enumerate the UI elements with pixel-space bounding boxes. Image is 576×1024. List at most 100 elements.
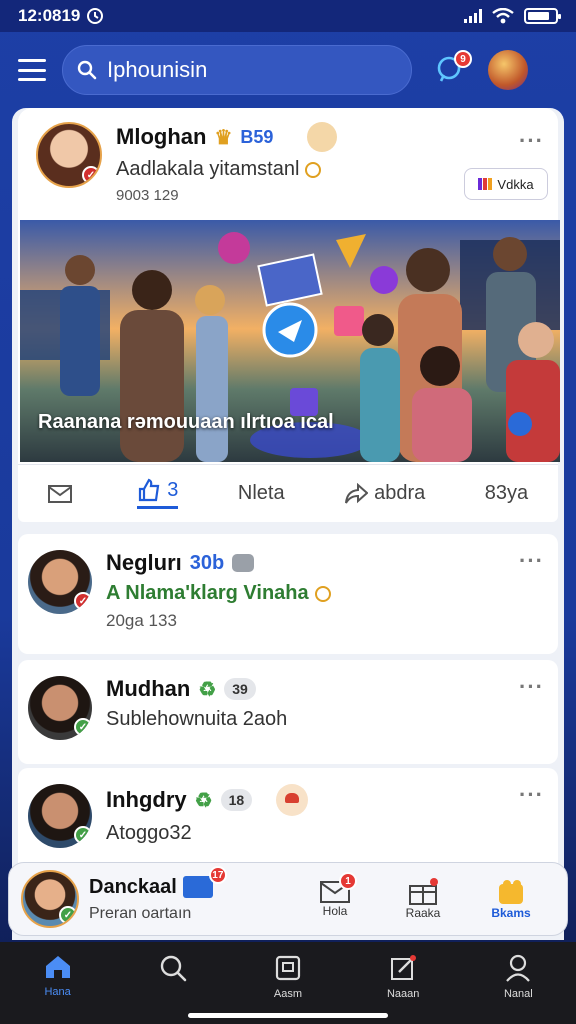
signal-icon bbox=[464, 9, 482, 23]
nav-label: Hana bbox=[44, 986, 71, 998]
nav-label: Aasm bbox=[273, 988, 303, 1000]
author-name[interactable]: Mloghan bbox=[116, 124, 206, 150]
list-subtitle: Sublehownuita 2aoh bbox=[106, 708, 288, 730]
mail-icon bbox=[47, 484, 72, 503]
battery-icon bbox=[524, 8, 561, 24]
comment-action-label: Nleta bbox=[237, 482, 285, 504]
post-image[interactable]: Raanana rəmouuaan ılrtıoa ıcal bbox=[20, 220, 560, 462]
reaction-icon bbox=[307, 122, 338, 152]
dock-item-bkams[interactable]: Bkams bbox=[481, 878, 541, 920]
post-action-button[interactable]: Vdkka bbox=[464, 168, 548, 200]
list-tag: 18 bbox=[220, 789, 253, 811]
online-icon: ✓ bbox=[74, 826, 92, 844]
post-actions: 3 Nleta abdra 83ya bbox=[18, 464, 558, 522]
save-action-label: 83ya bbox=[484, 482, 529, 504]
dock-badge: 1 bbox=[339, 872, 357, 890]
list-name-row: Neglurı 30b bbox=[106, 550, 331, 576]
dock-item-raaka[interactable]: Raaka bbox=[393, 878, 453, 920]
dock-name: Danckaal bbox=[89, 875, 177, 898]
quick-dock: ✓ Danckaal 17 Preran oartaın 1 Hola Raak… bbox=[8, 862, 568, 936]
list-subtitle: Atoggo32 bbox=[106, 822, 192, 844]
list-name-row: Inhgdry ♻ 18 bbox=[106, 784, 309, 816]
notifications-button[interactable]: 9 bbox=[428, 48, 472, 92]
verified-icon: ✓ bbox=[74, 592, 92, 610]
online-icon: ✓ bbox=[74, 718, 92, 736]
profile-avatar[interactable] bbox=[488, 50, 528, 90]
more-options-icon[interactable]: ··· bbox=[519, 548, 544, 574]
share-action-label: abdra bbox=[374, 482, 426, 504]
list-item-header: ✓ Inhgdry ♻ 18 Atoggo32 bbox=[28, 784, 309, 848]
list-meta: Inhgdry ♻ 18 Atoggo32 bbox=[106, 784, 309, 848]
list-subtitle-row: A Nlama'klarg Vinaha bbox=[106, 582, 331, 605]
square-icon bbox=[275, 955, 301, 981]
mail-badge: 17 bbox=[208, 866, 227, 884]
like-action[interactable]: 3 bbox=[137, 478, 179, 509]
menu-icon[interactable] bbox=[18, 59, 46, 81]
list-avatar[interactable]: ✓ bbox=[28, 676, 92, 740]
list-item-header: ✓ Mudhan ♻ 39 Sublehownuita 2aoh bbox=[28, 676, 287, 740]
more-options-icon[interactable]: ··· bbox=[519, 128, 544, 154]
post-action-label[interactable]: Vdkka bbox=[497, 177, 533, 192]
search-bar[interactable]: Iphounisin bbox=[62, 45, 412, 95]
post-subtitle: Aadlakala yitamstanl bbox=[116, 158, 300, 180]
list-name[interactable]: Inhgdry bbox=[106, 787, 187, 813]
dock-subtitle: Preran oartaın bbox=[89, 904, 192, 922]
gift-icon bbox=[409, 878, 438, 905]
share-action[interactable]: abdra bbox=[344, 482, 425, 505]
message-action[interactable] bbox=[47, 484, 78, 503]
list-name[interactable]: Mudhan bbox=[106, 676, 190, 702]
status-time: 12:0819 bbox=[18, 6, 81, 25]
search-icon bbox=[77, 60, 97, 80]
list-subtitle-row: Atoggo32 bbox=[106, 822, 308, 845]
dock-user-meta: Danckaal 17 Preran oartaın bbox=[89, 866, 227, 923]
app-logo-icon bbox=[478, 178, 493, 190]
app-header: Iphounisin 9 bbox=[0, 32, 576, 108]
puzzle-icon bbox=[499, 880, 523, 904]
crown-icon: ♛ bbox=[214, 126, 233, 149]
alarm-icon bbox=[87, 8, 104, 24]
nav-home[interactable]: Hana bbox=[18, 954, 98, 998]
edit-icon bbox=[391, 955, 417, 980]
status-bar: 12:0819 bbox=[0, 0, 576, 32]
home-icon bbox=[45, 956, 70, 978]
list-avatar[interactable]: ✓ bbox=[28, 550, 92, 614]
list-item[interactable]: ✓ Mudhan ♻ 39 Sublehownuita 2aoh ··· bbox=[18, 660, 558, 764]
more-options-icon[interactable]: ··· bbox=[519, 782, 544, 808]
post-time: 9003 129 bbox=[116, 187, 179, 204]
list-avatar[interactable]: ✓ bbox=[28, 784, 92, 848]
online-icon: ✓ bbox=[59, 906, 77, 924]
more-options-icon[interactable]: ··· bbox=[519, 674, 544, 700]
list-item[interactable]: ✓ Neglurı 30b A Nlama'klarg Vinaha 20ga … bbox=[18, 534, 558, 654]
comment-action[interactable]: Nleta bbox=[238, 482, 285, 505]
dock-avatar[interactable]: ✓ bbox=[21, 870, 79, 928]
post-card: ✓ Mloghan ♛ B59 Aadlakala yitamstanl 900… bbox=[18, 108, 560, 522]
nav-label: Nanal bbox=[503, 988, 533, 1000]
post-header: ✓ Mloghan ♛ B59 Aadlakala yitamstanl 900… bbox=[36, 122, 338, 204]
thumbs-up-icon bbox=[139, 478, 160, 502]
author-avatar[interactable]: ✓ bbox=[36, 122, 102, 188]
list-meta: Neglurı 30b A Nlama'klarg Vinaha 20ga 13… bbox=[106, 550, 331, 631]
feed: ✓ Mloghan ♛ B59 Aadlakala yitamstanl 900… bbox=[12, 108, 564, 940]
status-left: 12:0819 bbox=[18, 6, 104, 26]
notification-badge: 9 bbox=[454, 50, 472, 68]
search-input[interactable]: Iphounisin bbox=[107, 57, 207, 83]
wifi-icon bbox=[492, 8, 514, 24]
like-count: 3 bbox=[167, 478, 179, 501]
author-name-row: Mloghan ♛ B59 bbox=[116, 122, 338, 152]
dock-item-label: Bkams bbox=[491, 906, 531, 920]
nav-apps[interactable]: Aasm bbox=[248, 954, 328, 1000]
list-item-header: ✓ Neglurı 30b A Nlama'klarg Vinaha 20ga … bbox=[28, 550, 331, 631]
save-action[interactable]: 83ya bbox=[485, 482, 528, 505]
person-icon bbox=[506, 954, 531, 982]
dock-item-hola[interactable]: 1 Hola bbox=[305, 872, 365, 920]
post-meta: Mloghan ♛ B59 Aadlakala yitamstanl 9003 … bbox=[116, 122, 338, 204]
list-name-row: Mudhan ♻ 39 bbox=[106, 676, 287, 702]
nav-search[interactable] bbox=[133, 954, 213, 988]
dock-user[interactable]: ✓ Danckaal 17 Preran oartaın bbox=[21, 866, 291, 928]
list-name[interactable]: Neglurı bbox=[106, 550, 182, 576]
home-indicator[interactable] bbox=[188, 1013, 388, 1018]
nav-compose[interactable]: Naaan bbox=[363, 954, 443, 1000]
camera-icon bbox=[232, 554, 255, 572]
nav-profile[interactable]: Nanal bbox=[478, 954, 558, 1000]
mail-icon[interactable]: 17 bbox=[182, 866, 227, 898]
